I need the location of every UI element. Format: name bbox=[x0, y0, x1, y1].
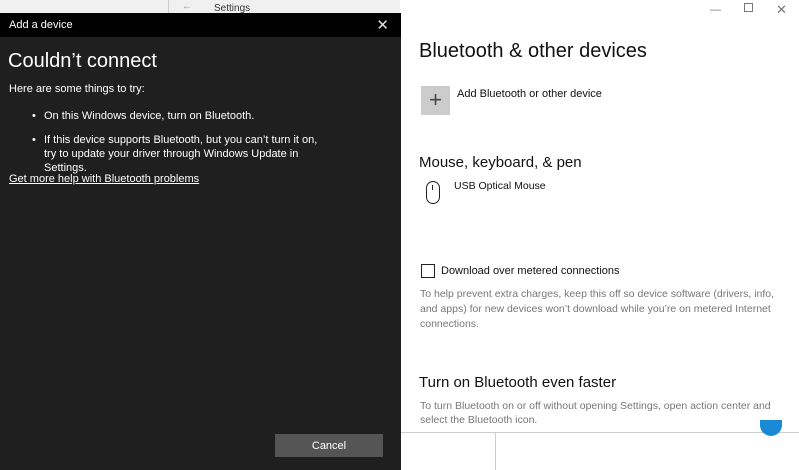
add-device-label[interactable]: Add Bluetooth or other device bbox=[457, 88, 602, 100]
device-name[interactable]: USB Optical Mouse bbox=[454, 180, 546, 192]
feedback-button[interactable] bbox=[760, 420, 782, 436]
add-device-button[interactable]: + bbox=[421, 86, 450, 115]
divider bbox=[495, 433, 496, 470]
dialog-titlebar: Add a device ✕ bbox=[0, 13, 401, 37]
dialog-intro: Here are some things to try: bbox=[9, 83, 145, 95]
close-window-button[interactable]: ✕ bbox=[776, 2, 787, 18]
metered-checkbox[interactable] bbox=[421, 264, 435, 278]
list-item: If this device supports Bluetooth, but y… bbox=[32, 133, 332, 175]
section-mouse-heading: Mouse, keyboard, & pen bbox=[419, 154, 582, 171]
close-icon[interactable]: ✕ bbox=[376, 16, 389, 34]
maximize-button[interactable] bbox=[744, 3, 753, 12]
faster-help-text: To turn Bluetooth on or off without open… bbox=[420, 400, 771, 426]
add-device-dialog: Add a device ✕ Couldn’t connect Here are… bbox=[0, 13, 401, 470]
cancel-button[interactable]: Cancel bbox=[275, 434, 383, 457]
back-arrow-icon[interactable]: ← bbox=[182, 1, 192, 12]
mouse-icon bbox=[426, 181, 440, 204]
help-link[interactable]: Get more help with Bluetooth problems bbox=[9, 173, 199, 185]
list-item: On this Windows device, turn on Bluetoot… bbox=[32, 109, 332, 123]
plus-icon: + bbox=[429, 87, 442, 112]
divider bbox=[401, 432, 799, 433]
metered-label[interactable]: Download over metered connections bbox=[441, 265, 620, 277]
background-settings-titlebar: ← Settings bbox=[0, 0, 400, 14]
divider bbox=[168, 0, 169, 13]
section-faster-heading: Turn on Bluetooth even faster bbox=[419, 374, 617, 391]
metered-help-text: To help prevent extra charges, keep this… bbox=[420, 288, 775, 330]
page-title: Bluetooth & other devices bbox=[419, 40, 647, 62]
minimize-button[interactable]: — bbox=[710, 4, 721, 16]
dialog-heading: Couldn’t connect bbox=[8, 50, 157, 72]
dialog-title: Add a device bbox=[9, 19, 73, 31]
